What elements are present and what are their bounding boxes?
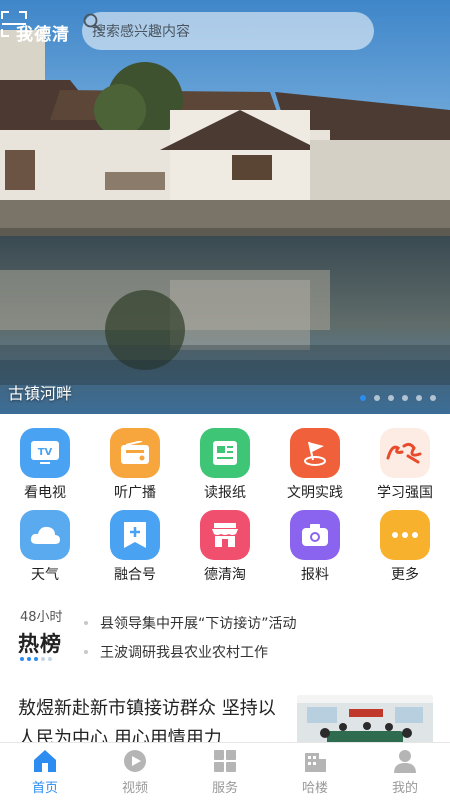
grid-item-civilization[interactable]: 文明实践 (270, 428, 360, 502)
search-placeholder: 搜索感兴趣内容 (92, 24, 190, 40)
bullet-icon (84, 649, 88, 654)
news-title: 敖煜新赴新市镇接访群众 坚持以人民为中心 用心用情用力 (18, 698, 276, 742)
carousel-dot[interactable] (430, 395, 436, 401)
grid-label: 看电视 (24, 485, 66, 501)
grid-label: 听广播 (114, 485, 156, 501)
grid-label: 学习强国 (377, 485, 433, 501)
hero-image (0, 0, 450, 414)
radio-icon (110, 428, 160, 478)
shop-icon (200, 510, 250, 560)
add-doc-icon (110, 510, 160, 560)
svg-text:TV: TV (38, 447, 53, 458)
hot-item[interactable]: 县领导集中开展“下访接访”活动 (84, 608, 434, 637)
flag-icon (290, 428, 340, 478)
search-icon (83, 13, 101, 31)
tab-mine[interactable]: 我的 (360, 743, 450, 800)
hero-caption: 古镇河畔 (8, 384, 73, 403)
news-thumbnail (297, 695, 433, 742)
more-icon (380, 510, 430, 560)
hot-list: 县领导集中开展“下访接访”活动 王波调研我县农业农村工作 (84, 608, 434, 666)
tab-home[interactable]: 首页 (0, 743, 90, 800)
home-icon (34, 750, 56, 772)
tab-halou[interactable]: 哈楼 (270, 743, 360, 800)
news-item[interactable]: 敖煜新赴新市镇接访群众 坚持以人民为中心 用心用情用力 (0, 690, 450, 742)
grid-label: 文明实践 (287, 485, 343, 501)
search-bar[interactable]: 搜索感兴趣内容 (82, 12, 374, 50)
tab-label: 哈楼 (301, 781, 328, 796)
hot-title[interactable]: 热榜 (18, 628, 62, 658)
building-icon (305, 753, 326, 772)
tab-label: 视频 (121, 781, 148, 796)
top-bar: 我德清 搜索感兴趣内容 (0, 10, 450, 54)
xuexi-icon (380, 428, 430, 478)
hot-item-text: 王波调研我县农业农村工作 (100, 644, 268, 661)
camera-icon (290, 510, 340, 560)
grid-label: 天气 (31, 567, 59, 583)
newspaper-icon (200, 428, 250, 478)
grid-item-more[interactable]: 更多 (360, 510, 450, 584)
user-icon (394, 750, 416, 773)
hot-dots-decoration (20, 657, 52, 661)
carousel-dot[interactable] (360, 395, 366, 401)
tv-icon: TV (20, 428, 70, 478)
grid-item-report[interactable]: 报料 (270, 510, 360, 584)
carousel-dot[interactable] (402, 395, 408, 401)
tab-label: 服务 (211, 781, 238, 796)
grid-label: 融合号 (114, 567, 156, 583)
grid-item-tv[interactable]: TV 看电视 (0, 428, 90, 502)
grid-label: 德清淘 (204, 567, 246, 583)
carousel-dot[interactable] (388, 395, 394, 401)
grid-item-newspaper[interactable]: 读报纸 (180, 428, 270, 502)
hot-item[interactable]: 王波调研我县农业农村工作 (84, 637, 434, 666)
video-icon (124, 750, 146, 772)
grid-item-media-account[interactable]: 融合号 (90, 510, 180, 584)
carousel-dot[interactable] (374, 395, 380, 401)
hot-list-section: 48小时 热榜 县领导集中开展“下访接访”活动 王波调研我县农业农村工作 (0, 604, 450, 664)
hero-banner[interactable]: 我德清 搜索感兴趣内容 古镇河畔 (0, 0, 450, 414)
grid-item-weather[interactable]: 天气 (0, 510, 90, 584)
carousel-indicator[interactable] (360, 395, 436, 401)
scan-icon[interactable] (0, 10, 28, 38)
grid-item-shop[interactable]: 德清淘 (180, 510, 270, 584)
tab-services[interactable]: 服务 (180, 743, 270, 800)
grid-item-radio[interactable]: 听广播 (90, 428, 180, 502)
grid-label: 报料 (301, 567, 329, 583)
grid-icon (214, 750, 236, 772)
grid-label: 更多 (391, 567, 419, 583)
grid-item-xuexi[interactable]: 学习强国 (360, 428, 450, 502)
hot-time-label: 48小时 (20, 610, 63, 625)
bottom-tab-bar: 首页 视频 服务 哈楼 我的 (0, 742, 450, 800)
hot-item-text: 县领导集中开展“下访接访”活动 (100, 615, 297, 632)
tab-video[interactable]: 视频 (90, 743, 180, 800)
carousel-dot[interactable] (416, 395, 422, 401)
tab-label: 我的 (391, 781, 418, 796)
cloud-icon (20, 510, 70, 560)
bullet-icon (84, 620, 88, 625)
tab-label: 首页 (31, 781, 58, 796)
grid-label: 读报纸 (204, 485, 246, 501)
